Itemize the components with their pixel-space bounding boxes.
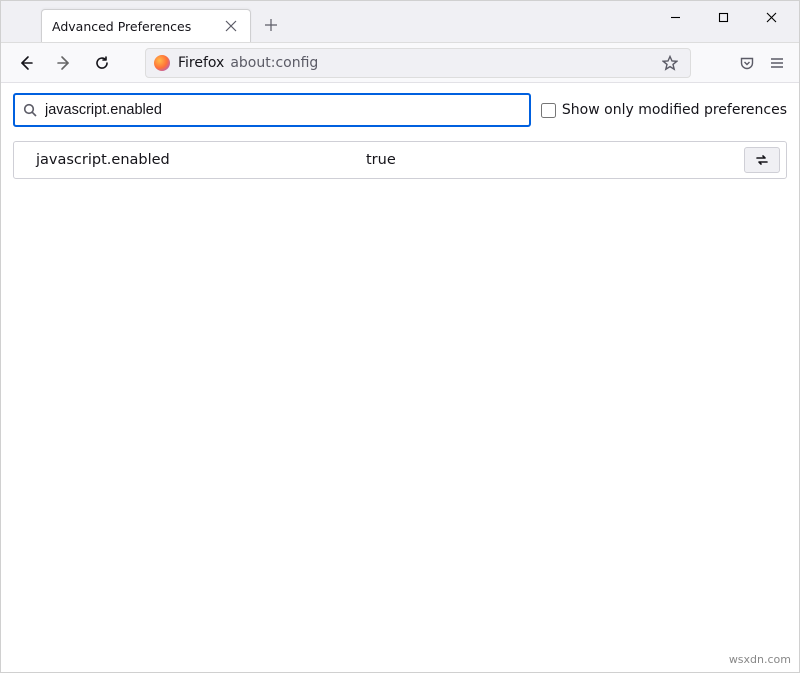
search-row: Show only modified preferences	[13, 93, 787, 127]
star-icon	[662, 55, 678, 71]
pref-value: true	[366, 152, 744, 168]
url-brand: Firefox	[178, 55, 224, 71]
url-path: about:config	[230, 55, 318, 71]
show-modified-checkbox[interactable]	[541, 103, 556, 118]
plus-icon	[264, 18, 278, 32]
hamburger-icon	[769, 55, 785, 71]
search-input[interactable]	[45, 102, 521, 118]
arrow-left-icon	[18, 55, 34, 71]
forward-button[interactable]	[49, 48, 79, 78]
search-icon	[23, 103, 37, 117]
app-menu-button[interactable]	[765, 51, 789, 75]
toggle-icon	[754, 152, 770, 168]
url-bar[interactable]: Firefox about:config	[145, 48, 691, 78]
pref-name: javascript.enabled	[36, 152, 366, 168]
maximize-icon	[718, 12, 729, 23]
close-tab-button[interactable]	[222, 17, 240, 35]
new-tab-button[interactable]	[257, 11, 285, 39]
aboutconfig-content: Show only modified preferences javascrip…	[1, 83, 799, 189]
window-minimize-button[interactable]	[653, 1, 697, 33]
show-modified-filter[interactable]: Show only modified preferences	[541, 102, 787, 118]
watermark: wsxdn.com	[729, 653, 791, 666]
pref-row[interactable]: javascript.enabled true	[13, 141, 787, 179]
toggle-pref-button[interactable]	[744, 147, 780, 173]
minimize-icon	[670, 12, 681, 23]
reload-icon	[94, 55, 110, 71]
arrow-right-icon	[56, 55, 72, 71]
bookmark-button[interactable]	[658, 51, 682, 75]
pocket-icon	[739, 55, 755, 71]
tab-title: Advanced Preferences	[52, 19, 214, 34]
show-modified-label: Show only modified preferences	[562, 102, 787, 118]
firefox-logo-icon	[154, 55, 170, 71]
window-close-button[interactable]	[749, 1, 793, 33]
search-box[interactable]	[13, 93, 531, 127]
back-button[interactable]	[11, 48, 41, 78]
reload-button[interactable]	[87, 48, 117, 78]
close-icon	[225, 20, 237, 32]
close-icon	[766, 12, 777, 23]
window-maximize-button[interactable]	[701, 1, 745, 33]
url-text: Firefox about:config	[178, 55, 318, 71]
browser-tab[interactable]: Advanced Preferences	[41, 9, 251, 42]
window-controls	[653, 1, 793, 33]
titlebar: Advanced Preferences	[1, 1, 799, 43]
navigation-toolbar: Firefox about:config	[1, 43, 799, 83]
pocket-button[interactable]	[735, 51, 759, 75]
